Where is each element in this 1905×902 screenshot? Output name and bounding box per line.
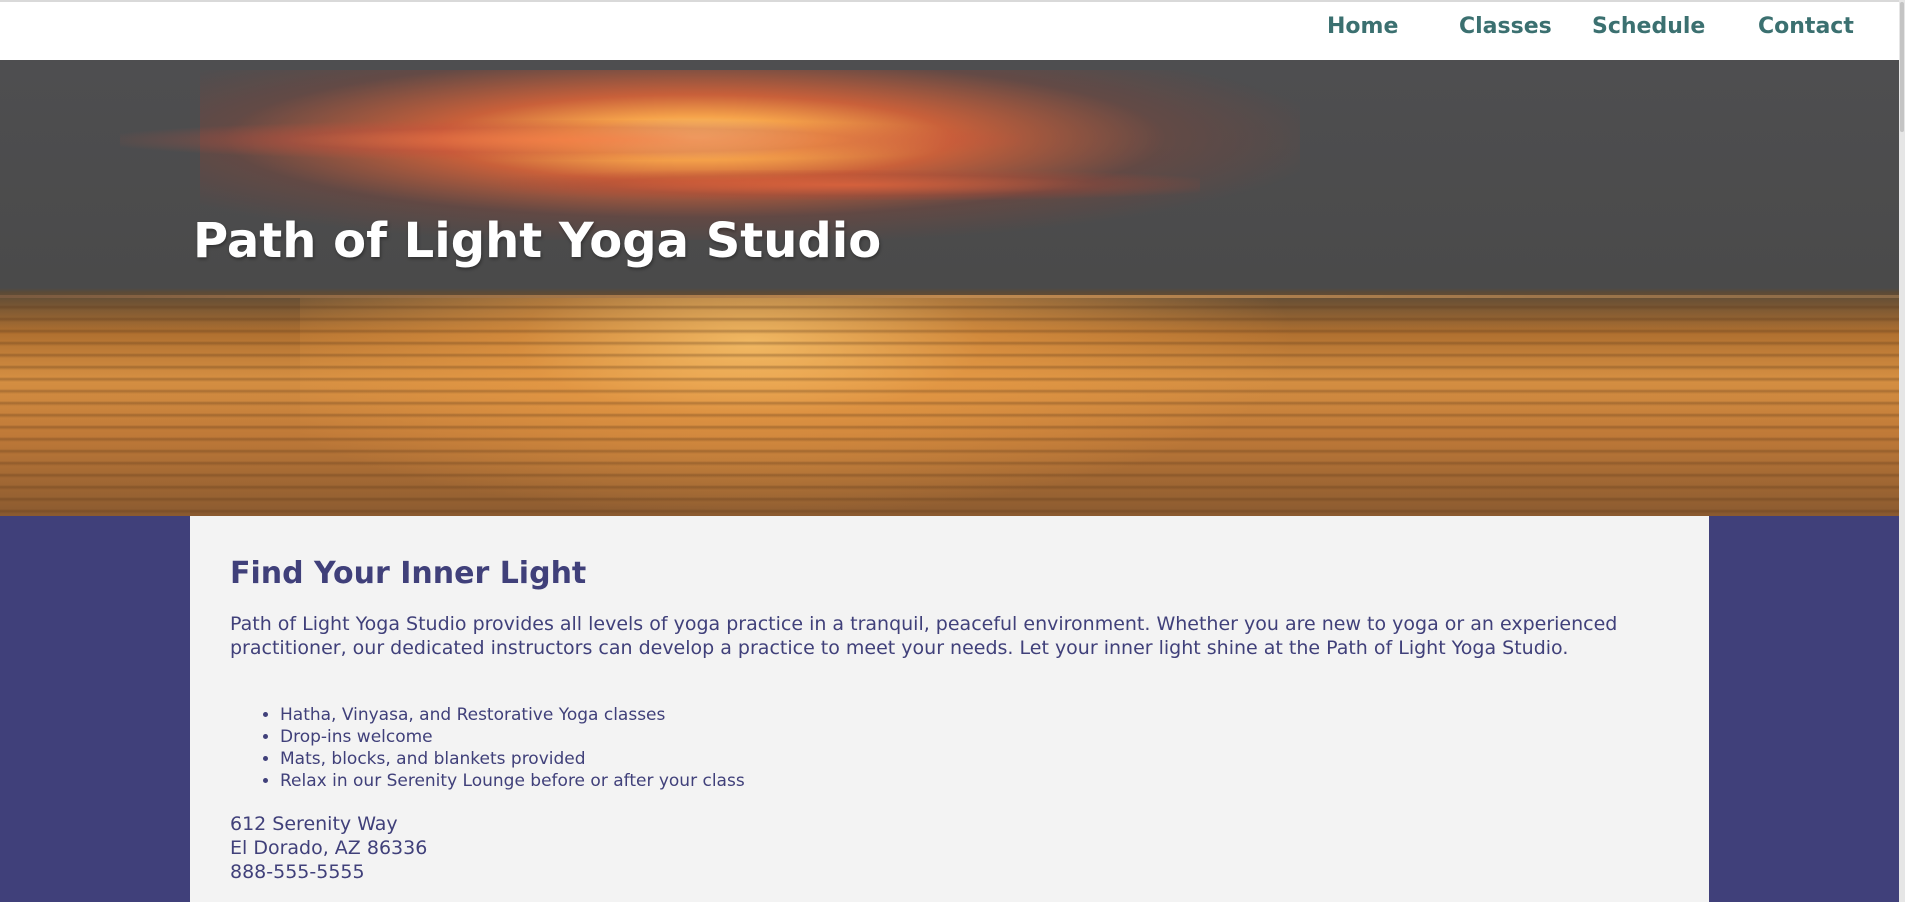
scrollbar-thumb[interactable] (1900, 2, 1904, 132)
nav-link-classes[interactable]: Classes (1459, 14, 1552, 39)
site-title: Path of Light Yoga Studio (193, 213, 882, 269)
address-phone: 888-555-5555 (230, 861, 365, 883)
vertical-scrollbar[interactable] (1899, 0, 1905, 902)
main-content: Find Your Inner Light Path of Light Yoga… (190, 516, 1709, 902)
section-heading: Find Your Inner Light (230, 556, 587, 591)
contact-address: 612 Serenity Way El Dorado, AZ 86336 888… (230, 812, 427, 884)
features-list: Hatha, Vinyasa, and Restorative Yoga cla… (230, 704, 745, 792)
top-navigation: Home Classes Schedule Contact (0, 2, 1899, 60)
list-item: Relax in our Serenity Lounge before or a… (280, 770, 745, 792)
nav-link-home[interactable]: Home (1327, 14, 1398, 39)
water-ripples (0, 298, 1899, 516)
address-street: 612 Serenity Way (230, 813, 398, 835)
hero-banner: Path of Light Yoga Studio (0, 60, 1899, 516)
intro-paragraph: Path of Light Yoga Studio provides all l… (230, 613, 1618, 659)
list-item: Drop-ins welcome (280, 726, 745, 748)
nav-link-schedule[interactable]: Schedule (1592, 14, 1705, 39)
list-item: Hatha, Vinyasa, and Restorative Yoga cla… (280, 704, 745, 726)
sunset-cloud-streak (500, 170, 1200, 200)
address-city: El Dorado, AZ 86336 (230, 837, 428, 859)
sunset-cloud-streak (120, 120, 1020, 160)
nav-link-contact[interactable]: Contact (1758, 14, 1854, 39)
list-item: Mats, blocks, and blankets provided (280, 748, 745, 770)
